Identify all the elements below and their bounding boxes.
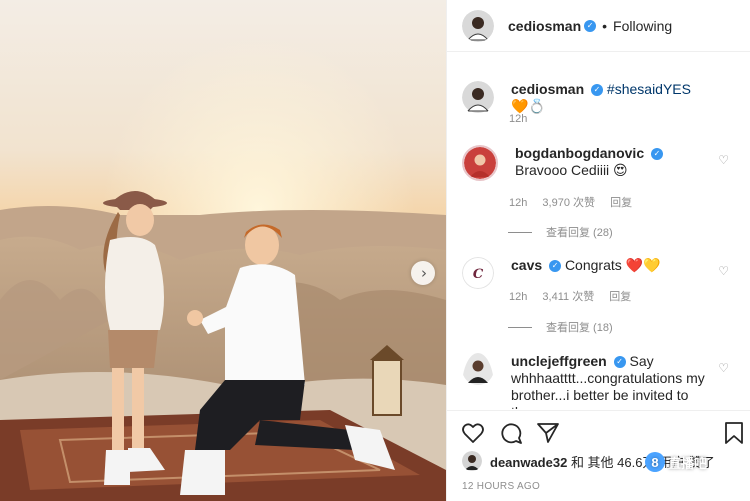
liker-avatar[interactable]	[462, 451, 482, 471]
comment-icon[interactable]	[499, 421, 523, 450]
comment-username[interactable]: unclejeffgreen	[511, 353, 607, 369]
watermark-badge-icon: 8	[645, 452, 665, 472]
divider-line	[508, 326, 532, 328]
comments-list[interactable]: cediosman ✓ #shesaidYES 🧡💍 12h bogdanbog…	[447, 53, 750, 409]
caption-meta: 12h	[509, 113, 539, 125]
comment-row: bogdanbogdanovic ✓ Bravooo Cediiii 😍	[462, 145, 744, 181]
liker-username[interactable]: deanwade32	[490, 455, 567, 470]
watermark-logo: 8 直播吧	[645, 452, 707, 472]
next-photo-button[interactable]: ›	[411, 261, 435, 285]
divider-line	[508, 231, 532, 233]
comment-likes[interactable]: 3,970 次赞	[542, 197, 595, 209]
view-replies-button[interactable]: 查看回复 (28)	[508, 224, 613, 240]
comment-body: Congrats ❤️💛	[564, 257, 661, 273]
commenter-avatar[interactable]	[462, 145, 498, 181]
verified-badge-icon: ✓	[549, 260, 562, 273]
comment-row: unclejeffgreen ✓ Say whhhaatttt...congra…	[462, 353, 744, 409]
comment-text: cavs ✓ Congrats ❤️💛	[511, 257, 711, 289]
watermark-text: 直播吧	[668, 455, 708, 471]
author-username[interactable]: cediosman	[508, 18, 581, 34]
view-replies-button[interactable]: 查看回复 (18)	[508, 319, 613, 335]
comment-like-heart-icon[interactable]: ♡	[718, 264, 729, 278]
post-header: cediosman ✓ • Following	[447, 0, 750, 52]
view-replies-label: 查看回复 (18)	[546, 322, 613, 334]
post-timestamp: 12 HOURS AGO	[462, 481, 541, 492]
verified-badge-icon: ✓	[591, 84, 604, 97]
action-bar	[447, 410, 750, 456]
commenter-avatar[interactable]	[462, 353, 494, 409]
comment-time: 12h	[509, 291, 528, 303]
caption-text: cediosman ✓ #shesaidYES 🧡💍	[511, 81, 711, 115]
proposal-photo-image	[0, 0, 446, 501]
view-replies-label: 查看回复 (28)	[546, 227, 613, 239]
comment-username[interactable]: bogdanbogdanovic	[515, 145, 644, 161]
comment-reply[interactable]: 回复	[609, 291, 631, 303]
comment-likes[interactable]: 3,411 次赞	[542, 291, 594, 303]
bookmark-icon[interactable]	[723, 421, 745, 450]
post-side-panel: cediosman ✓ • Following cediosman ✓ #she…	[446, 0, 750, 501]
caption-hashtag[interactable]: #shesaidYES	[607, 81, 691, 97]
post-photo[interactable]: ›	[0, 0, 446, 501]
comment-like-heart-icon[interactable]: ♡	[718, 361, 729, 375]
comment-reply[interactable]: 回复	[610, 197, 632, 209]
comment-text: bogdanbogdanovic ✓ Bravooo Cediiii 😍	[515, 145, 715, 181]
comment-meta: 12h 3,411 次赞 回复	[509, 288, 643, 304]
verified-badge-icon: ✓	[584, 19, 597, 32]
commenter-avatar[interactable]: C	[462, 257, 494, 289]
heart-icon[interactable]	[461, 421, 485, 450]
author-avatar[interactable]	[462, 9, 494, 42]
caption-time: 12h	[509, 113, 528, 125]
caption-author-avatar[interactable]	[462, 81, 494, 115]
comment-like-heart-icon[interactable]: ♡	[718, 153, 729, 167]
comment-meta: 12h 3,970 次赞 回复	[509, 194, 644, 210]
verified-badge-icon: ✓	[613, 356, 626, 369]
caption-emoji: 🧡💍	[511, 98, 546, 114]
caption-row: cediosman ✓ #shesaidYES 🧡💍	[462, 81, 744, 115]
comment-body: Bravooo Cediiii 😍	[515, 162, 628, 178]
comment-row: C cavs ✓ Congrats ❤️💛	[462, 257, 744, 289]
caption-username[interactable]: cediosman	[511, 81, 584, 97]
verified-badge-icon: ✓	[651, 148, 663, 161]
comment-text: unclejeffgreen ✓ Say whhhaatttt...congra…	[511, 353, 711, 409]
svg-text:C: C	[473, 267, 484, 282]
comment-time: 12h	[509, 197, 528, 209]
share-icon[interactable]	[536, 421, 560, 450]
chevron-right-icon: ›	[421, 263, 427, 282]
separator-dot: •	[602, 17, 608, 34]
following-button[interactable]: Following	[613, 18, 672, 34]
comment-username[interactable]: cavs	[511, 257, 542, 273]
